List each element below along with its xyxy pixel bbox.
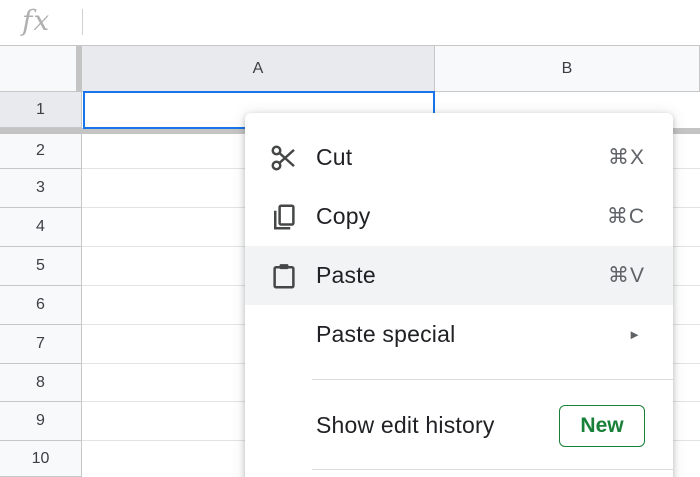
menu-item-label: Show edit history (316, 412, 495, 438)
select-all-corner[interactable] (0, 46, 82, 92)
row-header-8[interactable]: 8 (0, 364, 82, 402)
row-header-7[interactable]: 7 (0, 325, 82, 364)
submenu-arrow-icon: ► (628, 327, 641, 342)
menu-item-shortcut: ⌘X (607, 146, 645, 169)
menu-item-paste[interactable]: Paste ⌘V (245, 246, 673, 305)
menu-item-shortcut: ⌘C (606, 205, 645, 228)
scissors-icon (267, 141, 301, 175)
formula-divider (82, 9, 83, 35)
formula-bar: fx (0, 0, 700, 46)
menu-separator (312, 469, 673, 470)
menu-item-show-edit-history[interactable]: Show edit history New (245, 396, 673, 455)
column-header-a[interactable]: A (82, 46, 435, 92)
menu-separator (312, 379, 673, 380)
context-menu: Cut ⌘X Copy ⌘C Paste ⌘V Paste special ► … (245, 113, 673, 477)
column-header-b[interactable]: B (435, 46, 700, 92)
row-header-6[interactable]: 6 (0, 286, 82, 325)
menu-item-label: Paste (316, 262, 376, 288)
menu-item-label: Copy (316, 203, 371, 229)
menu-item-label: Paste special (316, 321, 456, 347)
menu-item-cut[interactable]: Cut ⌘X (245, 128, 673, 187)
row-header-10[interactable]: 10 (0, 441, 82, 477)
menu-item-paste-special[interactable]: Paste special ► (245, 305, 673, 364)
menu-item-shortcut: ⌘V (607, 264, 645, 287)
menu-item-copy[interactable]: Copy ⌘C (245, 187, 673, 246)
row-header-2[interactable]: 2 (0, 134, 82, 169)
fx-icon: fx (22, 4, 51, 37)
row-header-3[interactable]: 3 (0, 169, 82, 208)
copy-icon (267, 200, 301, 234)
row-header-4[interactable]: 4 (0, 208, 82, 247)
row-header-1[interactable]: 1 (0, 92, 82, 128)
row-header-9[interactable]: 9 (0, 402, 82, 441)
menu-item-label: Cut (316, 144, 353, 170)
row-header-5[interactable]: 5 (0, 247, 82, 286)
new-badge: New (559, 404, 645, 447)
clipboard-icon (267, 259, 301, 293)
